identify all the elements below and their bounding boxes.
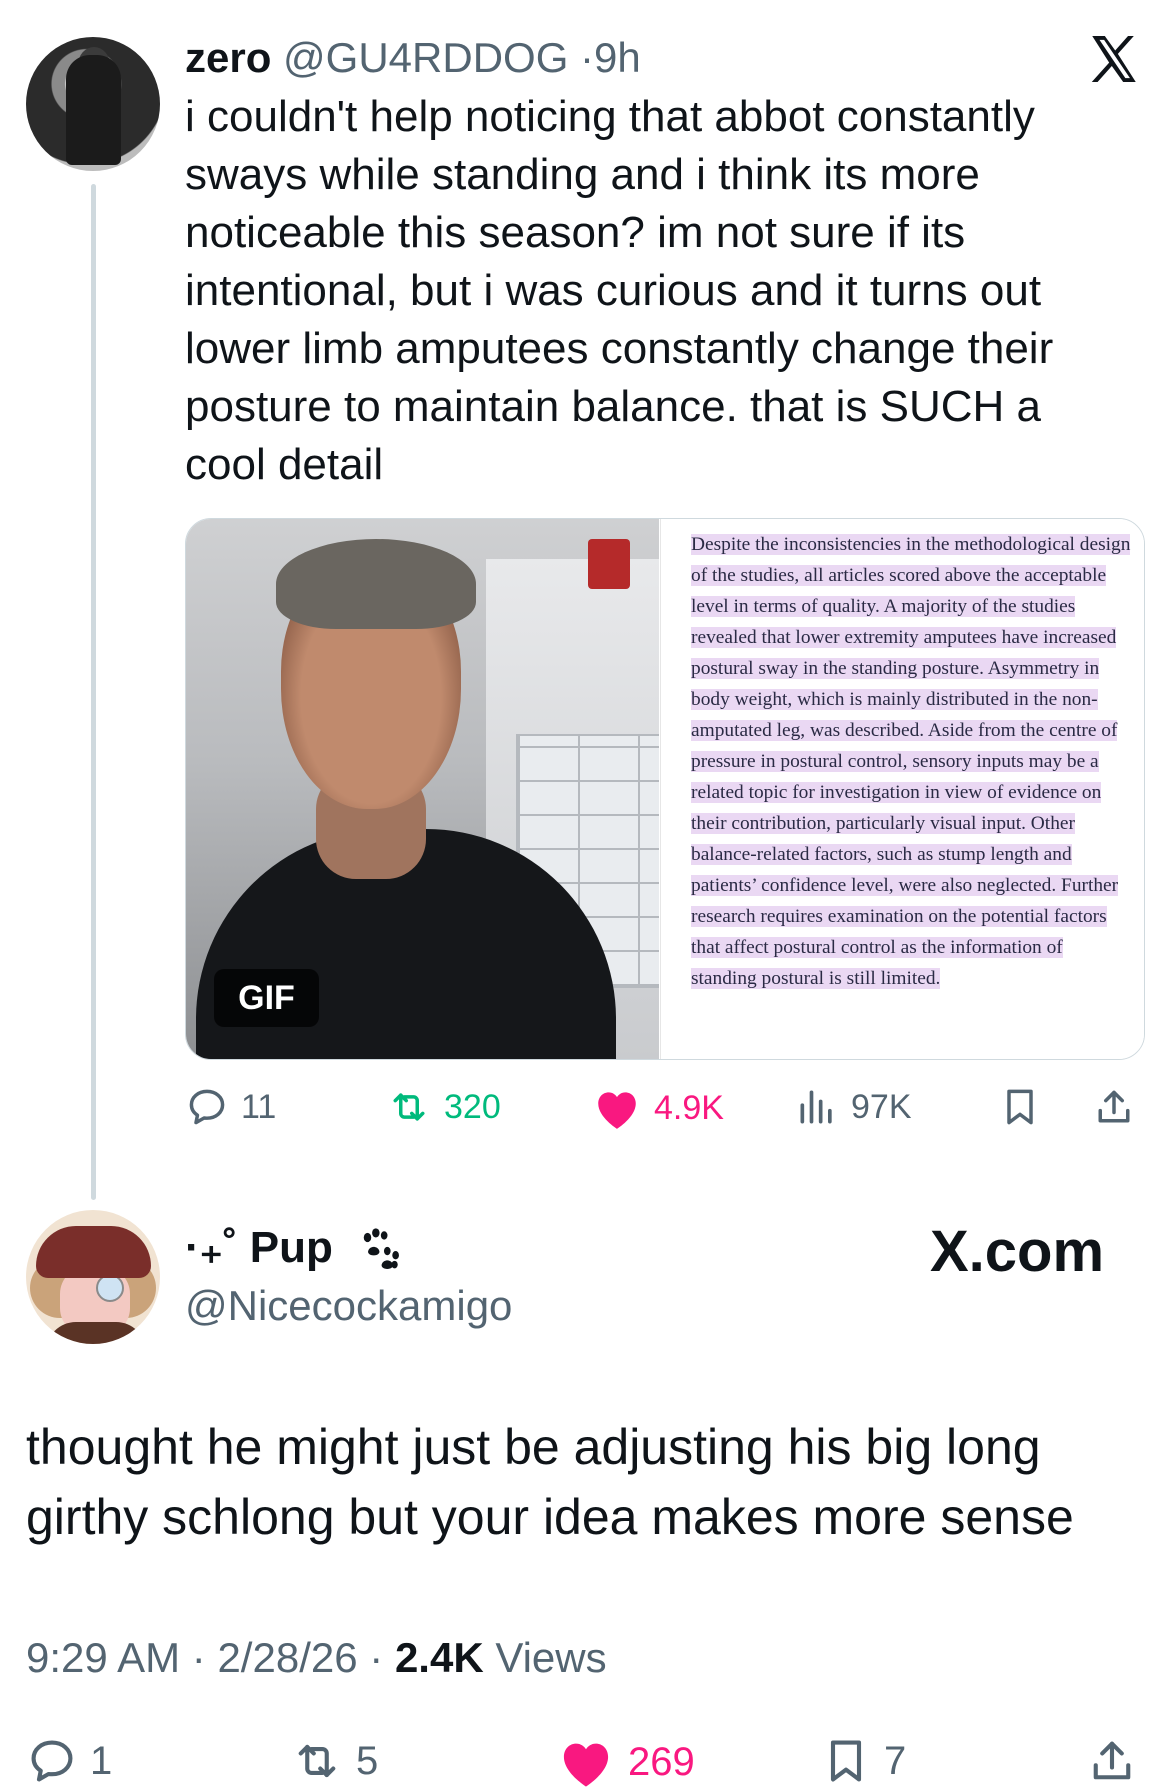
avatar-eye [96, 1274, 124, 1302]
person-hair [276, 539, 476, 629]
tweet-media[interactable]: GIF Despite the inconsistencies in the m… [185, 518, 1145, 1060]
reply-count: 1 [90, 1738, 113, 1783]
avatar-body [46, 1322, 146, 1344]
paper-excerpt-text: Despite the inconsistencies in the metho… [691, 529, 1131, 994]
reply-views-count: 2.4K [394, 1634, 484, 1681]
separator: · [369, 1634, 384, 1681]
separator: · [580, 34, 595, 81]
views-count: 97K [851, 1087, 912, 1126]
bookmark-icon [1007, 1089, 1033, 1125]
bookmark-button[interactable] [998, 1085, 1042, 1129]
reply-views-label: Views [495, 1634, 607, 1681]
reply-reply-button[interactable]: 1 [26, 1735, 112, 1787]
gif-thumbnail[interactable]: GIF [186, 519, 659, 1059]
reply-share-button[interactable] [1086, 1735, 1138, 1787]
tweet-text: i couldn't help noticing that abbot cons… [185, 92, 1054, 489]
repost-count: 5 [356, 1738, 379, 1783]
reply-avatar[interactable] [26, 1210, 160, 1344]
paper-excerpt-image[interactable]: Despite the inconsistencies in the metho… [660, 519, 1144, 1059]
repost-icon [298, 1744, 336, 1778]
reply-author-name-text: Pup [249, 1223, 333, 1272]
views-button[interactable]: 97K [795, 1085, 912, 1129]
tweet-header: zero @GU4RDDOG ·9h [185, 32, 641, 84]
fire-alarm [588, 539, 630, 589]
bookmark-icon [830, 1740, 862, 1782]
reply-author-handle[interactable]: @Nicecockamigo [185, 1280, 512, 1332]
avatar-figure [66, 55, 121, 165]
views-icon [800, 1090, 832, 1124]
paw-icon [363, 1228, 400, 1270]
avatar-hat [36, 1226, 151, 1278]
repost-button[interactable]: 320 [386, 1085, 501, 1129]
highlighted-text: Despite the inconsistencies in the metho… [691, 534, 1131, 989]
reply-bookmark-button[interactable]: 7 [820, 1735, 906, 1787]
avatar[interactable] [26, 37, 160, 171]
thread-line [91, 184, 96, 1200]
repost-icon [393, 1093, 425, 1121]
share-icon [1093, 1741, 1131, 1780]
repost-count: 320 [444, 1087, 501, 1126]
bookmark-count: 7 [884, 1738, 907, 1783]
share-icon [1098, 1090, 1130, 1123]
like-count: 269 [628, 1739, 695, 1784]
timestamp[interactable]: 9h [594, 34, 641, 81]
reply-icon [189, 1089, 225, 1125]
author-name[interactable]: zero [185, 34, 271, 81]
reply-time[interactable]: 9:29 AM [26, 1634, 180, 1681]
reply-text: thought he might just be adjusting his b… [26, 1419, 1074, 1545]
reply-count: 11 [241, 1087, 277, 1126]
reply-button[interactable]: 11 [185, 1085, 276, 1129]
separator: · [191, 1634, 206, 1681]
gif-badge: GIF [214, 969, 319, 1027]
reply-date[interactable]: 2/28/26 [217, 1634, 357, 1681]
reply-metadata: 9:29 AM · 2/28/26 · 2.4K Views [26, 1632, 607, 1684]
x-logo-icon [1091, 36, 1136, 82]
reply-icon [31, 1740, 73, 1782]
like-button[interactable]: 4.9K [592, 1085, 724, 1131]
author-handle[interactable]: @GU4RDDOG [283, 34, 568, 81]
like-icon [563, 1743, 609, 1787]
share-button[interactable] [1092, 1085, 1136, 1129]
like-count: 4.9K [654, 1088, 724, 1127]
like-icon [598, 1092, 636, 1129]
reply-repost-button[interactable]: 5 [290, 1735, 378, 1787]
name-decoration: ·₊˚ [185, 1223, 238, 1272]
reply-author-name[interactable]: ·₊˚ Pup [185, 1220, 405, 1276]
reply-like-button[interactable]: 269 [556, 1735, 695, 1789]
xcom-watermark: X.com [930, 1219, 1105, 1284]
